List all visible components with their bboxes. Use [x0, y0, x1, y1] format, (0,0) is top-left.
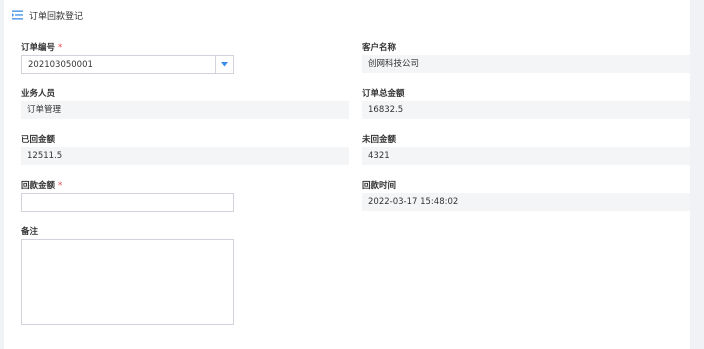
form-panel: 订单回款登记 订单编号 * 202103050001 客户名称 创网科技公司 业务…: [4, 0, 690, 349]
remark-label: 备注: [21, 227, 39, 237]
page-title: 订单回款登记: [29, 11, 84, 22]
received-amount-value: 12511.5: [21, 147, 349, 165]
menu-icon[interactable]: [12, 10, 23, 20]
order-no-value: 202103050001: [28, 59, 93, 70]
customer-name-label: 客户名称: [362, 43, 397, 53]
payment-time-label: 回款时间: [362, 181, 397, 191]
salesperson-label: 业务人员: [21, 89, 56, 99]
required-mark: *: [58, 181, 63, 191]
unreceived-amount-label: 未回金额: [362, 135, 397, 145]
order-no-label-text: 订单编号: [21, 43, 56, 53]
order-total-label: 订单总金额: [362, 89, 405, 99]
order-no-select[interactable]: 202103050001: [21, 55, 234, 74]
payment-amount-label: 回款金额 *: [21, 179, 62, 191]
payment-amount-label-text: 回款金额: [21, 181, 56, 191]
payment-amount-input[interactable]: [21, 193, 234, 212]
caret-down-icon[interactable]: [216, 56, 233, 73]
received-amount-label: 已回金额: [21, 135, 56, 145]
customer-name-value: 创网科技公司: [362, 55, 690, 73]
order-no-label: 订单编号 *: [21, 41, 62, 53]
order-total-value: 16832.5: [362, 101, 690, 119]
payment-time-value: 2022-03-17 15:48:02: [362, 193, 690, 211]
page-header: 订单回款登记: [12, 9, 84, 22]
salesperson-value: 订单管理: [21, 101, 349, 119]
remark-textarea[interactable]: [21, 239, 234, 325]
required-mark: *: [58, 43, 63, 53]
unreceived-amount-value: 4321: [362, 147, 690, 165]
